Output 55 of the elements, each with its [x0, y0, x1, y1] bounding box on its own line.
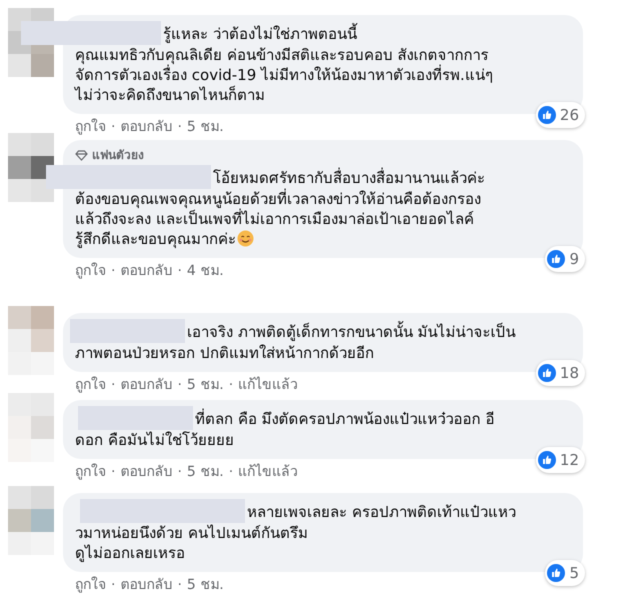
separator-dot: ·: [177, 576, 182, 595]
separator-dot: ·: [228, 463, 234, 482]
like-count-badge[interactable]: 18: [536, 360, 585, 386]
separator-dot: ·: [111, 376, 116, 395]
separator-dot: ·: [111, 463, 116, 482]
thumbs-up-icon: [538, 364, 556, 382]
separator-dot: ·: [177, 376, 182, 395]
like-count-badge[interactable]: 12: [536, 446, 585, 473]
pixelated-avatar: [8, 486, 54, 555]
separator-dot: ·: [111, 118, 116, 137]
timestamp: 5 ชม.: [186, 118, 224, 137]
comment-text: ดอก คือมันไม่ใช่โว้ยยยย: [75, 430, 235, 450]
separator-dot: ·: [177, 118, 182, 137]
separator-dot: ·: [228, 376, 234, 395]
like-count-badge[interactable]: 26: [536, 102, 585, 128]
timestamp: 5 ชม.: [186, 576, 224, 595]
comment-text: หลายเพจเลยละ ครอปภาพติดเท้าแป๋วแหว: [247, 502, 516, 522]
edited-label: แก้ไขแล้ว: [238, 462, 298, 482]
thumbs-up-icon: [547, 564, 566, 582]
separator-dot: ·: [177, 262, 182, 281]
pixelated-avatar: [8, 306, 54, 375]
like-link[interactable]: ถูกใจ: [75, 375, 106, 396]
separator-dot: ·: [177, 463, 182, 482]
thumbs-up-icon: [538, 450, 556, 469]
comment-text: รู้แหละ ว่าต้องไม่ใช่ภาพตอนนี้: [163, 24, 357, 44]
comment-text: ภาพตอนป่วยหรอก ปกติแมทใส่หน้ากากด้วยอีก: [75, 343, 375, 363]
reply-link[interactable]: ตอบกลับ: [120, 575, 172, 596]
thumbs-up-icon: [538, 106, 556, 124]
diamond-icon: [75, 150, 88, 160]
like-count-badge[interactable]: 9: [545, 246, 585, 272]
comment-text: เอาจริง ภาพติดตู้เด็กทารกขนาดนั้น มันไม่น่าจะเป็น: [187, 322, 516, 342]
comment-text: ต้องขอบคุณเพจคุณหนูน้อยด้วยที่เวลาลงข่าวให้อ่านคือต้องกรอง แล้วถึงจะลง และเป็นเพจที่ไม่เอาการเมืองมาล่อเป้าเอายอดไลค์ รู้สึกดีและขอบคุณมากค่ะ: [75, 189, 482, 249]
comment-text: คุณแมทธิวกับคุณลิเดีย ค่อนข้างมีสติและรอบคอบ สังเกตจากการ จัดการตัวเองเรื่อง covid-19 ไม่มีทางให้น้องมาหาตัวเองที่รพ.แน่ๆ ไม่ว่าจะคิดถึงขนาดไหนก็ตาม: [75, 45, 494, 105]
pixelated-avatar: [8, 393, 54, 462]
reply-link[interactable]: ตอบกลับ: [120, 261, 172, 282]
like-link[interactable]: ถูกใจ: [75, 462, 106, 483]
like-link[interactable]: ถูกใจ: [75, 261, 106, 282]
separator-dot: ·: [111, 576, 116, 595]
timestamp: 5 ชม.: [186, 376, 224, 395]
separator-dot: ·: [111, 262, 116, 281]
pixelated-avatar: [8, 133, 54, 202]
reply-link[interactable]: ตอบกลับ: [120, 462, 172, 483]
thumbs-up-icon: [547, 250, 566, 268]
timestamp: 4 ชม.: [186, 262, 224, 281]
edited-label: แก้ไขแล้ว: [238, 376, 298, 395]
like-link[interactable]: ถูกใจ: [75, 575, 106, 596]
like-link[interactable]: ถูกใจ: [75, 117, 106, 138]
fan-badge-label: แฟนตัวยง: [92, 147, 144, 164]
comment-text: วมาหน่อยนึงด้วย คนไปเมนต์กันตรึม ดูไม่ออกเลยเหรอ: [75, 523, 309, 563]
reply-link[interactable]: ตอบกลับ: [120, 375, 172, 396]
like-count-badge[interactable]: 5: [545, 560, 585, 586]
reply-link[interactable]: ตอบกลับ: [120, 117, 172, 138]
timestamp: 5 ชม.: [186, 463, 224, 482]
comment-text: โอ้ยหมดศรัทธากับสื่อบางสื่อมานานแล้วค่ะ: [213, 168, 485, 188]
comment-text: ที่ตลก คือ มึงตัดครอปภาพน้องแป๋วแหว๋วออก อี: [195, 409, 494, 429]
